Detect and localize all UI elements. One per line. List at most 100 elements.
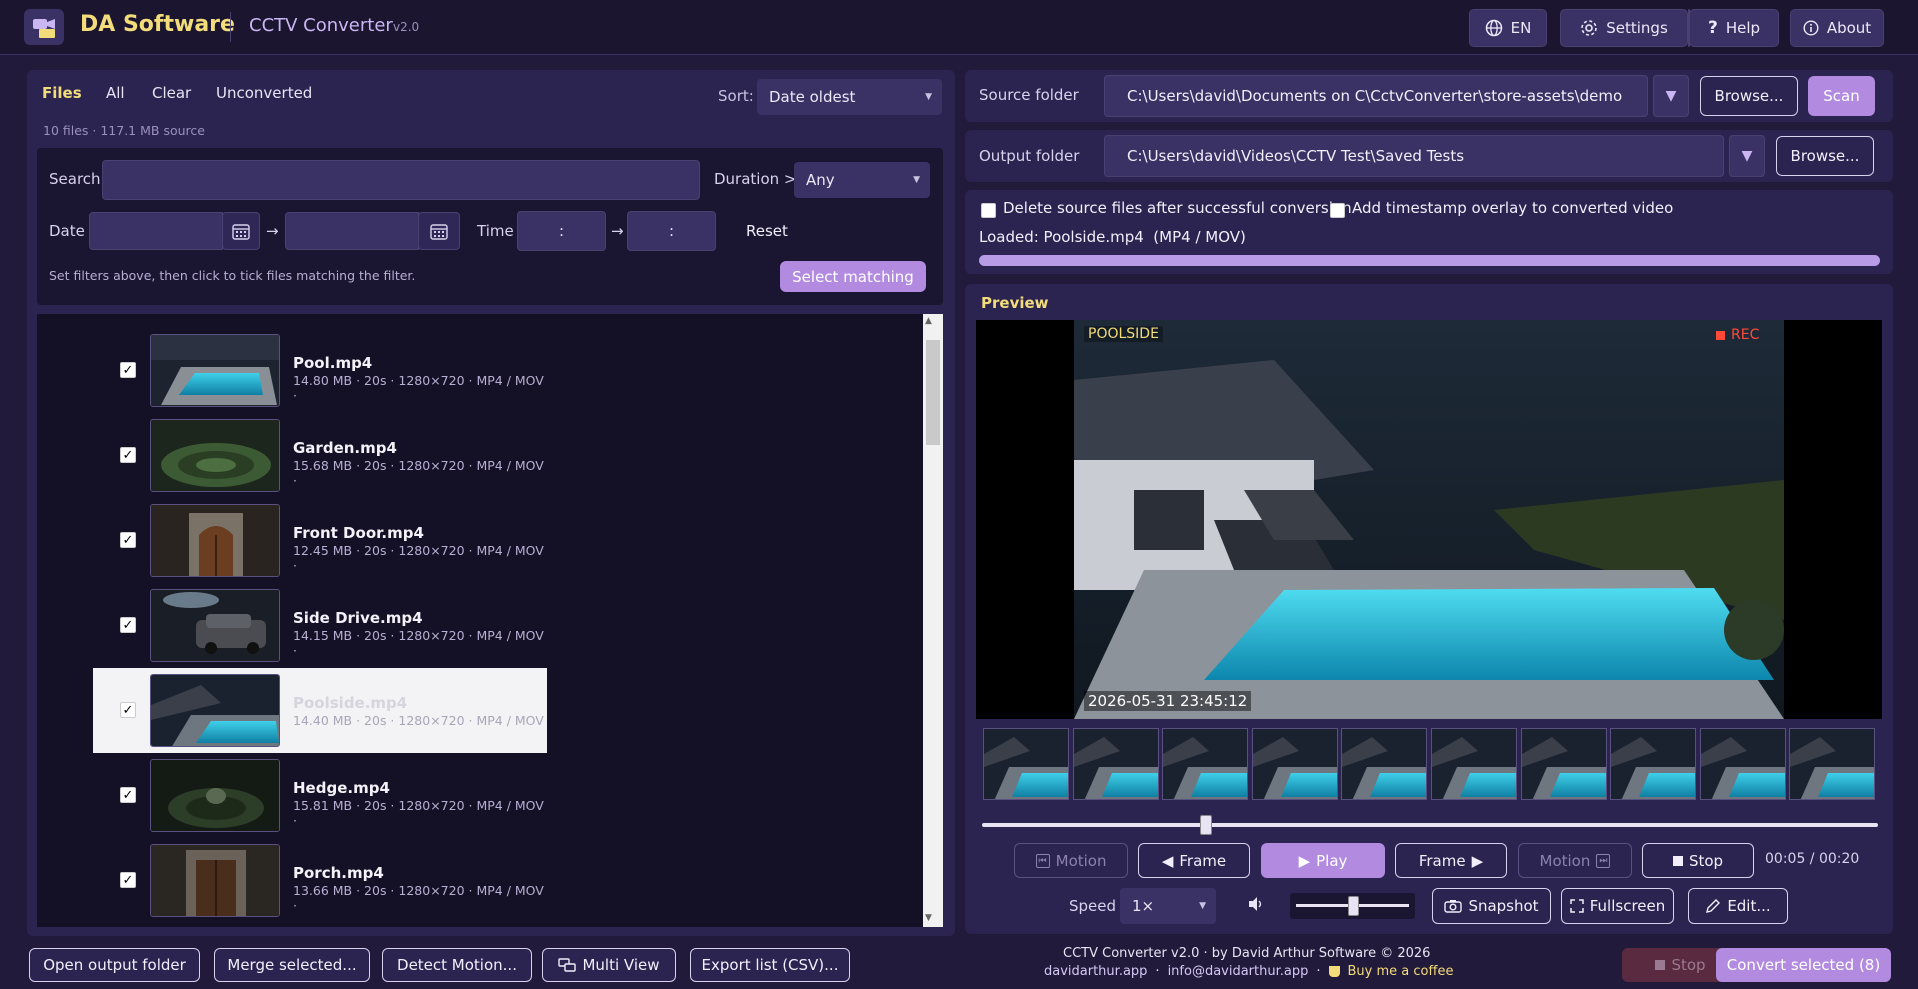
footer-separator: · [1155, 964, 1160, 979]
app-version: v2.0 [393, 20, 420, 34]
tab-all[interactable]: All [106, 84, 125, 102]
row-checkbox[interactable]: ✓ [120, 532, 136, 548]
sort-value: Date oldest [769, 88, 856, 106]
delete-source-label: Delete source files after successful con… [1003, 199, 1352, 217]
email-link[interactable]: info@davidarthur.app [1168, 964, 1309, 979]
sort-dropdown[interactable]: Date oldest ▼ [757, 79, 942, 115]
reset-button[interactable]: Reset [746, 222, 788, 240]
speed-dropdown[interactable]: 1× ▼ [1120, 888, 1216, 924]
seek-handle[interactable] [1200, 815, 1212, 835]
scroll-down-icon[interactable]: ▼ [925, 913, 932, 923]
about-button[interactable]: About [1790, 9, 1884, 47]
timeline-thumbnail[interactable] [1072, 728, 1159, 800]
timeline-thumbnail[interactable] [1789, 728, 1876, 800]
scrollbar-thumb[interactable] [926, 340, 940, 445]
play-button[interactable]: ▶ Play [1261, 843, 1385, 878]
settings-button[interactable]: Settings [1560, 9, 1688, 47]
calendar-icon[interactable] [222, 212, 260, 250]
help-button[interactable]: ? Help [1689, 9, 1779, 47]
info-icon [1803, 20, 1819, 36]
detect-motion-button[interactable]: Detect Motion... [382, 948, 532, 982]
list-item-selected[interactable]: ✓ Poolside.mp4 14.40 MB · 20s · 1280×720… [93, 668, 547, 753]
timeline-thumbnail[interactable] [1520, 728, 1607, 800]
camera-label: POOLSIDE [1084, 326, 1163, 342]
timestamp-overlay-checkbox[interactable] [1330, 203, 1345, 218]
list-item[interactable]: ✓ Garden.mp4 15.68 MB · 20s · 1280×720 ·… [93, 413, 547, 498]
time-arrow: → [611, 222, 624, 240]
output-folder-input[interactable]: C:\Users\david\Videos\CCTV Test\Saved Te… [1104, 135, 1724, 177]
stop-button[interactable]: Stop [1642, 843, 1754, 878]
timeline-thumbnail[interactable] [1431, 728, 1517, 800]
list-item[interactable]: ✓ Porch.mp4 13.66 MB · 20s · 1280×720 · … [93, 838, 547, 923]
tab-unconverted[interactable]: Unconverted [216, 84, 312, 102]
scroll-up-icon[interactable]: ▲ [925, 316, 932, 326]
time-from-input[interactable]: : [517, 211, 606, 251]
speaker-icon[interactable] [1247, 896, 1265, 916]
frame-prev-button[interactable]: ◀ Frame [1138, 843, 1250, 878]
snapshot-button[interactable]: Snapshot [1432, 888, 1551, 924]
timeline-thumbnail[interactable] [1341, 728, 1428, 800]
language-button[interactable]: EN [1469, 9, 1547, 47]
time-from-separator: : [558, 222, 565, 240]
edit-button[interactable]: Edit... [1688, 888, 1788, 924]
date-to-input[interactable] [285, 212, 419, 250]
convert-selected-button[interactable]: Convert selected (8) [1716, 948, 1891, 982]
duration-dropdown[interactable]: Any ▼ [794, 162, 930, 198]
tab-files[interactable]: Files [42, 84, 82, 102]
load-progress-fill [979, 255, 1880, 266]
timeline-thumbnail[interactable] [1251, 728, 1338, 800]
volume-slider[interactable] [1290, 893, 1415, 919]
source-folder-input[interactable]: C:\Users\david\Documents on C\CctvConver… [1104, 75, 1648, 117]
search-input[interactable] [102, 160, 700, 200]
calendar-icon[interactable] [418, 212, 460, 250]
timeline-thumbnail[interactable] [1699, 728, 1786, 800]
timestamp-overlay-label: Add timestamp overlay to converted video [1352, 199, 1674, 217]
timeline-thumbnail[interactable] [1610, 728, 1697, 800]
list-item[interactable]: ✓ Side Drive.mp4 14.15 MB · 20s · 1280×7… [93, 583, 547, 668]
delete-source-checkbox[interactable] [981, 203, 996, 218]
source-history-dropdown[interactable]: ▼ [1653, 75, 1689, 117]
row-checkbox[interactable]: ✓ [120, 362, 136, 378]
list-item[interactable]: ✓ Hedge.mp4 15.81 MB · 20s · 1280×720 · … [93, 753, 547, 838]
open-output-folder-button[interactable]: Open output folder [29, 948, 200, 982]
list-item[interactable]: ✓ Pool.mp4 14.80 MB · 20s · 1280×720 · M… [93, 328, 547, 413]
tab-clear[interactable]: Clear [152, 84, 191, 102]
play-icon: ▶ [1298, 851, 1311, 870]
chevron-down-icon: ▼ [1199, 901, 1206, 911]
multi-view-button[interactable]: Multi View [542, 948, 676, 982]
motion-next-button[interactable]: Motion ⏭ [1518, 843, 1632, 878]
website-link[interactable]: davidarthur.app [1044, 964, 1147, 979]
output-history-dropdown[interactable]: ▼ [1729, 135, 1765, 177]
motion-prev-button[interactable]: ⏮ Motion [1014, 843, 1128, 878]
frame-next-button[interactable]: Frame ▶ [1395, 843, 1507, 878]
row-checkbox[interactable]: ✓ [120, 702, 136, 718]
row-checkbox[interactable]: ✓ [120, 872, 136, 888]
timeline-thumbnail[interactable] [983, 728, 1069, 800]
merge-selected-button[interactable]: Merge selected... [214, 948, 370, 982]
coffee-link[interactable]: Buy me a coffee [1348, 964, 1454, 979]
list-item[interactable]: ✓ Front Door.mp4 12.45 MB · 20s · 1280×7… [93, 498, 547, 583]
export-list-button[interactable]: Export list (CSV)... [690, 948, 850, 982]
volume-handle[interactable] [1347, 896, 1359, 916]
time-to-input[interactable]: : [627, 211, 716, 251]
source-browse-button[interactable]: Browse... [1700, 76, 1798, 116]
timeline-thumbnail[interactable] [1162, 728, 1249, 800]
seek-bar[interactable] [982, 815, 1878, 835]
pencil-icon [1706, 899, 1721, 913]
date-from-input[interactable] [89, 212, 223, 250]
convert-stop-label: Stop [1671, 956, 1706, 974]
file-list: ✓ Pool.mp4 14.80 MB · 20s · 1280×720 · M… [37, 314, 943, 927]
date-label: Date [49, 222, 85, 240]
help-label: Help [1725, 19, 1761, 37]
output-browse-button[interactable]: Browse... [1776, 136, 1874, 176]
row-checkbox[interactable]: ✓ [120, 447, 136, 463]
video-frame [1074, 320, 1784, 719]
row-checkbox[interactable]: ✓ [120, 617, 136, 633]
select-matching-button[interactable]: Select matching [780, 261, 926, 292]
scan-button[interactable]: Scan [1808, 76, 1875, 116]
video-player[interactable]: POOLSIDE REC 2026-05-31 23:45:12 [976, 320, 1882, 719]
row-checkbox[interactable]: ✓ [120, 787, 136, 803]
source-folder-label: Source folder [979, 86, 1079, 104]
question-icon: ? [1707, 18, 1718, 38]
fullscreen-button[interactable]: Fullscreen [1561, 888, 1674, 924]
